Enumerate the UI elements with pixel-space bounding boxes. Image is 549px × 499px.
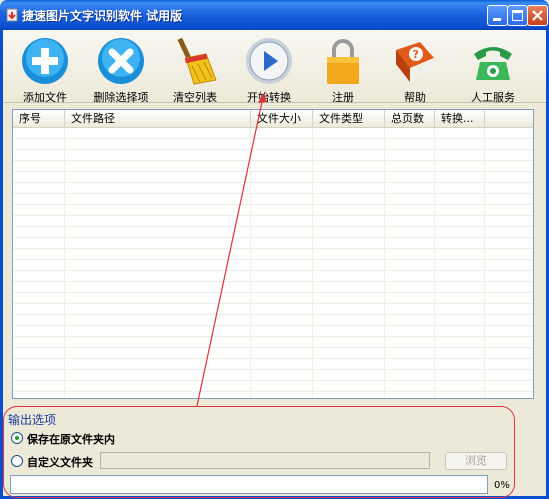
column-divider — [250, 128, 251, 398]
add-file-label: 添加文件 — [23, 91, 67, 104]
phone-icon — [474, 47, 512, 80]
window-title: 捷速图片文字识别软件 试用版 — [22, 9, 183, 23]
column-divider — [64, 128, 65, 398]
app-icon — [6, 8, 18, 22]
column-header-pages[interactable]: 总页数 — [385, 110, 435, 128]
file-table[interactable]: 序号 文件路径 文件大小 文件类型 总页数 转换... — [12, 109, 534, 399]
table-body[interactable] — [13, 128, 533, 398]
close-icon — [532, 10, 543, 21]
start-convert-button[interactable]: 开始转换 — [235, 34, 303, 104]
play-icon — [246, 38, 292, 84]
minimize-icon — [493, 18, 501, 21]
column-header-type[interactable]: 文件类型 — [313, 110, 385, 128]
table-header: 序号 文件路径 文件大小 文件类型 总页数 转换... — [13, 110, 533, 128]
add-icon — [22, 38, 68, 84]
annotation-highlight-box — [3, 406, 515, 498]
column-header-path[interactable]: 文件路径 — [65, 110, 251, 128]
support-button[interactable]: 人工服务 — [459, 34, 527, 104]
title-bar[interactable]: 捷速图片文字识别软件 试用版 — [0, 0, 549, 30]
help-book-icon: ? — [396, 42, 434, 82]
add-file-button[interactable]: 添加文件 — [11, 34, 79, 104]
toolbar: 添加文件 删除选择项 清空列表 开始转换 注册 ? 帮助 人工服务 — [3, 30, 546, 104]
column-divider — [312, 128, 313, 398]
clear-list-label: 清空列表 — [173, 91, 217, 104]
svg-text:?: ? — [413, 48, 419, 61]
column-header-progress[interactable]: 转换... — [435, 110, 485, 128]
broom-icon — [177, 37, 217, 85]
maximize-button[interactable] — [507, 5, 528, 26]
delete-icon — [98, 38, 144, 84]
close-button[interactable] — [527, 5, 548, 26]
column-divider — [434, 128, 435, 398]
delete-selected-button[interactable]: 删除选择项 — [83, 34, 159, 104]
clear-list-button[interactable]: 清空列表 — [163, 34, 227, 104]
minimize-button[interactable] — [487, 5, 508, 26]
support-label: 人工服务 — [471, 91, 515, 104]
register-button[interactable]: 注册 — [313, 34, 373, 104]
maximize-icon — [512, 10, 523, 21]
column-header-index[interactable]: 序号 — [13, 110, 65, 128]
column-header-size[interactable]: 文件大小 — [251, 110, 313, 128]
help-label: 帮助 — [404, 91, 426, 104]
lock-icon — [327, 39, 359, 84]
column-divider — [384, 128, 385, 398]
start-convert-label: 开始转换 — [247, 91, 291, 104]
register-label: 注册 — [332, 91, 354, 104]
column-divider — [484, 128, 485, 398]
delete-selected-label: 删除选择项 — [93, 91, 149, 104]
help-button[interactable]: ? 帮助 — [385, 34, 445, 104]
